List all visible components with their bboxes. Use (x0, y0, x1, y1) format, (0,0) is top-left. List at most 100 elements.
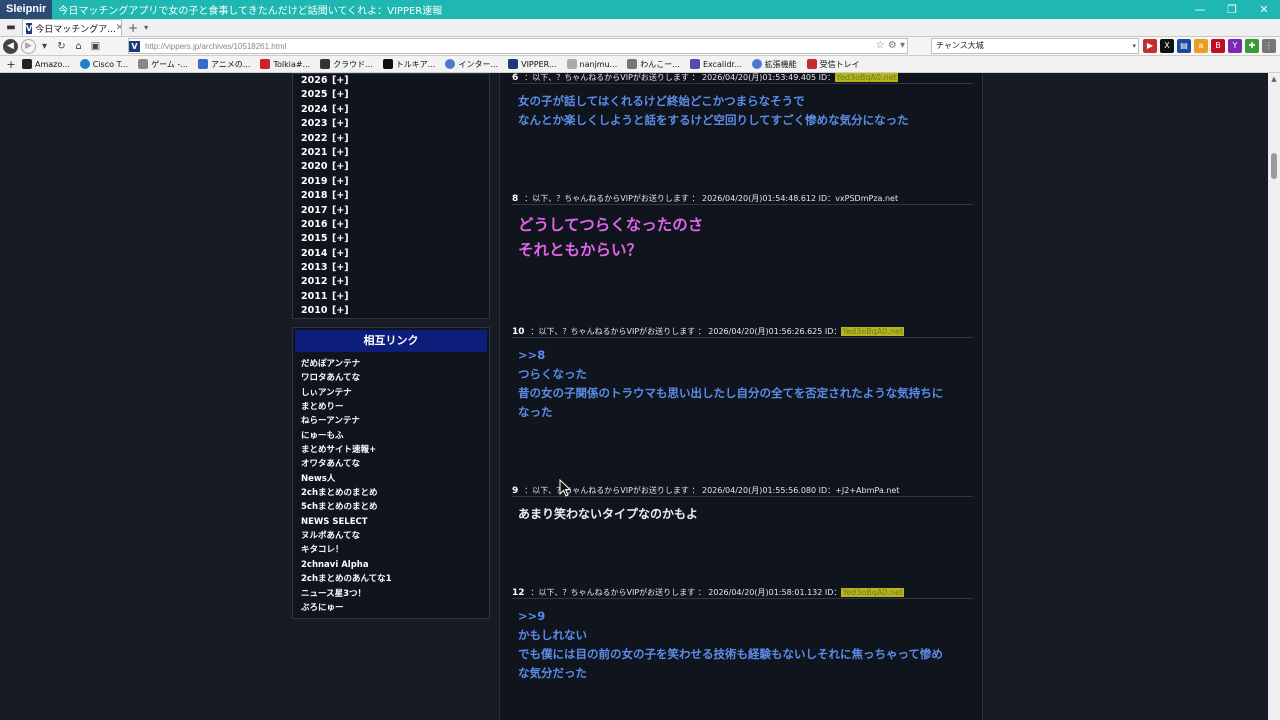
archive-year-row[interactable]: 2026 [+] (301, 74, 489, 88)
mutual-link[interactable]: ヌルポあんてな (301, 529, 489, 543)
mutual-link[interactable]: ニュース星3つ！ (301, 587, 489, 601)
mutual-link[interactable]: 2chnavi Alpha (301, 558, 489, 572)
post-number[interactable]: 9 (512, 486, 518, 496)
history-dropdown-icon[interactable]: ▾ (36, 41, 53, 52)
mutual-link[interactable]: ぶろにゅー (301, 601, 489, 615)
bookmark-item[interactable]: Tolkia#... (260, 59, 310, 69)
youtube-icon[interactable]: ▶ (1143, 39, 1157, 53)
niconico-icon[interactable]: ▤ (1177, 39, 1191, 53)
tab-active[interactable]: V 今日マッチングア... ✕ (22, 19, 122, 36)
scroll-thumb[interactable] (1271, 153, 1277, 179)
post-number[interactable]: 12 (512, 588, 525, 598)
app-logo[interactable]: Sleipnir (0, 0, 53, 19)
post-id[interactable]: vxPSDmPza.net (835, 194, 898, 203)
menu-icon[interactable]: ⋮ (1262, 39, 1276, 53)
bookmark-item[interactable]: nanjmu... (566, 59, 617, 69)
post-id[interactable]: Yed3oBqA0.net (835, 73, 898, 82)
mutual-link[interactable]: ワロタあんてな (301, 371, 489, 385)
post-meta: ：以下、？ちゃんねるからVIPがお送りします ： 2026/04/20(月)01… (530, 588, 842, 597)
bookmarks-bar: + Amazo... Cisco T... ゲーム -... アニメの... T… (0, 56, 1280, 73)
bookmark-b-icon[interactable]: B (1211, 39, 1225, 53)
new-tab-button[interactable]: + (128, 21, 138, 35)
home-icon[interactable]: ⌂ (70, 41, 87, 52)
archive-year-row[interactable]: 2015 [+] (301, 232, 489, 246)
reply-anchor-link[interactable]: >>8 (518, 346, 973, 365)
forward-button[interactable]: ▶ (21, 38, 36, 54)
reload-icon[interactable]: ↻ (53, 41, 70, 52)
search-input[interactable]: チャンス大城 ▾ (931, 38, 1139, 54)
archive-year-row[interactable]: 2012 [+] (301, 275, 489, 289)
archive-year-row[interactable]: 2023 [+] (301, 117, 489, 131)
bookmark-item[interactable]: アニメの... (197, 59, 250, 70)
bookmark-item[interactable]: クラウド... (320, 59, 373, 70)
mutual-link[interactable]: ねらーアンテナ (301, 414, 489, 428)
maximize-button[interactable]: ❐ (1216, 0, 1248, 19)
bookmark-item[interactable]: わんこー... (627, 59, 680, 70)
archive-year-row[interactable]: 2014 [+] (301, 247, 489, 261)
post-number[interactable]: 6 (512, 73, 518, 83)
mutual-link[interactable]: 2chまとめのまとめ (301, 486, 489, 500)
archive-year-row[interactable]: 2024 [+] (301, 103, 489, 117)
gear-icon[interactable]: ⚙ (888, 40, 897, 51)
url-text[interactable]: http://vippers.jp/archives/10518261.html (145, 42, 286, 51)
mutual-link[interactable]: まとめサイト速報+ (301, 443, 489, 457)
archive-year-row[interactable]: 2018 [+] (301, 189, 489, 203)
puzzle-icon[interactable]: ✚ (1245, 39, 1259, 53)
bookmark-item[interactable]: Excalidr... (689, 59, 742, 69)
close-window-button[interactable]: ✕ (1248, 0, 1280, 19)
bookmark-item[interactable]: Cisco T... (79, 59, 128, 69)
tab-close-icon[interactable]: ✕ (116, 23, 121, 33)
mutual-link[interactable]: しぃアンテナ (301, 386, 489, 400)
bookmark-item[interactable]: ゲーム -... (138, 59, 188, 70)
archive-year-row[interactable]: 2017 [+] (301, 204, 489, 218)
post-id[interactable]: Yed3oBqA0.net (841, 327, 905, 336)
archive-year-row[interactable]: 2010 [+] (301, 304, 489, 318)
post-number[interactable]: 8 (512, 194, 518, 204)
bookmark-item[interactable]: インター... (445, 59, 498, 70)
post-id[interactable]: Yed3oBqA0.net (841, 588, 905, 597)
reply-anchor-link[interactable]: >>9 (518, 607, 973, 626)
archive-year-row[interactable]: 2021 [+] (301, 146, 489, 160)
tab-label: 今日マッチングア... (35, 24, 116, 35)
yahoo-icon[interactable]: Y (1228, 39, 1242, 53)
mutual-link[interactable]: 2chまとめのあんてな1 (301, 572, 489, 586)
bookmark-item[interactable]: Amazo... (22, 59, 70, 69)
url-field[interactable]: V http://vippers.jp/archives/10518261.ht… (128, 38, 908, 54)
archive-year-row[interactable]: 2013 [+] (301, 261, 489, 275)
vertical-scrollbar[interactable]: ▲ (1268, 73, 1280, 720)
bookmark-item[interactable]: 受信トレイ (806, 59, 860, 70)
mutual-link[interactable]: キタコレ！ (301, 543, 489, 557)
bookmark-item[interactable]: 拡張機能 (751, 59, 797, 70)
mutual-link[interactable]: オワタあんてな (301, 457, 489, 471)
amazon-icon[interactable]: a (1194, 39, 1208, 53)
bookmarks-icon[interactable]: ▣ (87, 41, 104, 52)
mutual-link[interactable]: News人 (301, 472, 489, 486)
scroll-up-icon[interactable]: ▲ (1268, 73, 1280, 85)
search-text[interactable]: チャンス大城 (936, 41, 984, 50)
post-number[interactable]: 10 (512, 327, 525, 337)
minimize-button[interactable]: — (1184, 0, 1216, 19)
bookmark-item[interactable]: トルキア... (382, 59, 435, 70)
mutual-link[interactable]: 5chまとめのまとめ (301, 500, 489, 514)
x-icon[interactable]: X (1160, 39, 1174, 53)
archive-year-row[interactable]: 2016 [+] (301, 218, 489, 232)
chevron-down-icon[interactable]: ▾ (900, 40, 905, 51)
tab-list-dropdown-icon[interactable]: ▾ (144, 23, 148, 32)
back-button[interactable]: ◀ (3, 38, 18, 54)
archive-year-row[interactable]: 2025 [+] (301, 88, 489, 102)
tab-menu-icon[interactable]: ▬ (0, 22, 22, 33)
mutual-link[interactable]: まとめりー (301, 400, 489, 414)
mutual-link[interactable]: だめぽアンテナ (301, 357, 489, 371)
mutual-link[interactable]: にゅーもふ (301, 429, 489, 443)
archive-year-row[interactable]: 2011 [+] (301, 290, 489, 304)
add-bookmark-icon[interactable]: + (0, 58, 22, 71)
archive-year-row[interactable]: 2020 [+] (301, 160, 489, 174)
archive-year-row[interactable]: 2019 [+] (301, 175, 489, 189)
bookmark-item[interactable]: VIPPER... (508, 59, 557, 69)
post-id[interactable]: +J2+AbmPa.net (835, 486, 899, 495)
amazon-icon (22, 59, 32, 69)
search-dropdown-icon[interactable]: ▾ (1132, 39, 1136, 53)
mutual-link[interactable]: NEWS SELECT (301, 515, 489, 529)
star-icon[interactable]: ☆ (876, 40, 885, 51)
archive-year-row[interactable]: 2022 [+] (301, 132, 489, 146)
